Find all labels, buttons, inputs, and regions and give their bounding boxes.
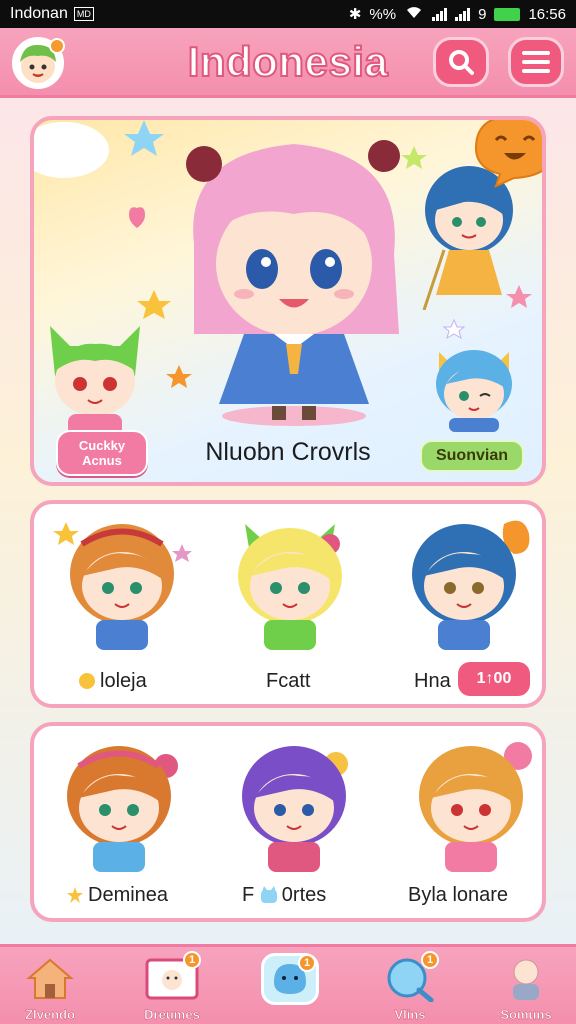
page-title: Indonesia — [187, 37, 389, 86]
orange-blob-mascot-illustration — [474, 120, 542, 188]
cat-ear-blue-boy-illustration — [436, 350, 512, 432]
wifi-icon — [404, 4, 424, 24]
character-row-1-card: loleja Fcatt Hna 1↑00 — [30, 500, 546, 708]
nav-label: Somuns — [500, 1007, 552, 1022]
photo-frame-icon: 1 — [143, 951, 201, 1005]
nav-label: Vlins — [394, 1007, 426, 1022]
battery-icon — [494, 7, 521, 21]
menu-button[interactable] — [508, 37, 564, 87]
search-character-icon: 1 — [381, 951, 439, 1005]
ginger-hair-girl-illustration[interactable] — [406, 732, 546, 876]
suonvian-button[interactable]: Suonvian — [420, 440, 524, 472]
purple-hair-girl-illustration[interactable] — [232, 736, 362, 876]
character-name-hna: Hna — [414, 670, 451, 692]
signal-icon — [432, 7, 448, 21]
profile-doll-icon — [497, 953, 555, 1005]
nav-item-mascot[interactable]: 1 — [250, 953, 330, 1024]
blonde-girl-illustration[interactable] — [230, 514, 350, 654]
carrier-text: Indonan — [10, 5, 68, 22]
hamburger-menu-icon — [522, 51, 550, 73]
blue-hair-boy-illustration[interactable] — [404, 514, 544, 654]
character-name-fcatt: Fcatt — [266, 670, 311, 692]
cat-icon — [260, 886, 278, 904]
nav-item-dreumes[interactable]: 1 Dreumes — [132, 951, 212, 1024]
green-cat-character-illustration — [50, 326, 140, 436]
character-name-ortes: F 0rtes — [242, 884, 327, 906]
signal-label: 9 — [478, 5, 487, 23]
signal-icon-2 — [455, 7, 471, 21]
nav-item-home[interactable]: Zlvendo — [10, 953, 90, 1024]
search-button[interactable] — [433, 37, 489, 87]
network-text: %% — [369, 5, 397, 23]
nav-item-vlins[interactable]: 1 Vlins — [370, 951, 450, 1024]
pink-hair-character-illustration — [186, 140, 400, 426]
character-name-loleja: loleja — [78, 670, 147, 693]
hna-action-button[interactable]: 1↑00 — [458, 662, 530, 696]
character-name-byla-lonare: Byla lonare — [408, 884, 509, 906]
badge-count: 1 — [298, 954, 316, 972]
badge-count: 1 — [183, 951, 201, 969]
character-name-deminea: Deminea — [66, 884, 168, 907]
character-row-2-card: Deminea F 0rtes Byla lonare — [30, 722, 546, 922]
app-header: Indonesia — [0, 28, 576, 98]
status-box-icon: MD — [73, 7, 94, 21]
nav-label: Zlvendo — [25, 1007, 75, 1022]
search-icon — [449, 50, 474, 75]
bluetooth-icon: ✱ — [348, 6, 362, 23]
flower-icon — [78, 672, 96, 690]
nav-label: Dreumes — [144, 1007, 200, 1022]
house-icon — [21, 953, 79, 1005]
nav-item-somuns[interactable]: Somuns — [486, 953, 566, 1024]
clock: 16:56 — [528, 5, 566, 23]
featured-character-card[interactable]: Cuckky Acnus Nluobn Crovrls Suonvian — [30, 116, 546, 486]
mascot-icon: 1 — [261, 953, 319, 1005]
badge-count: 1 — [421, 951, 439, 969]
bottom-navigation: Zlvendo 1 Dreumes 1 1 Vlins Somuns — [0, 944, 576, 1024]
star-icon — [66, 886, 84, 904]
auburn-hair-girl-illustration[interactable] — [54, 736, 194, 876]
orange-hair-girl-illustration[interactable] — [52, 514, 192, 654]
status-bar: Indonan MD ✱ %% 9 16:56 — [0, 0, 576, 28]
